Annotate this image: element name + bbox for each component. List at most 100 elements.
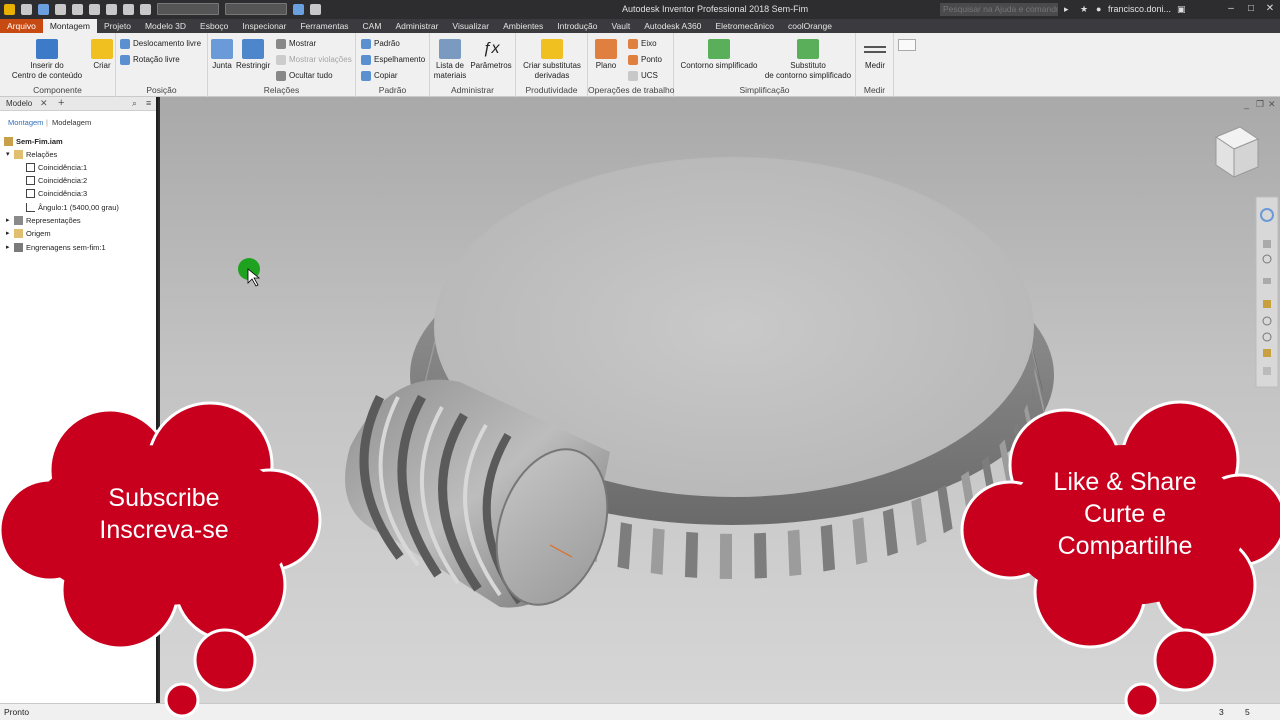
tab-visualizar[interactable]: Visualizar [445,19,496,33]
expand-icon[interactable]: ▸ [6,229,14,237]
show-icon [276,38,286,49]
eixo-button[interactable]: Eixo [628,38,657,49]
search-icon[interactable]: ▸ [1064,4,1074,14]
espelhamento-button[interactable]: Espelhamento [361,54,425,65]
cart-icon[interactable]: ▣ [1177,4,1187,14]
mostrar-violacoes-button[interactable]: Mostrar violações [276,54,352,65]
criar-button[interactable]: Criar [90,39,114,71]
tab-vault[interactable]: Vault [604,19,637,33]
new-file-icon[interactable] [21,3,32,15]
medir-button[interactable]: Medir [860,39,890,71]
navigation-bar[interactable] [1255,196,1279,388]
minimize-button[interactable]: – [1222,2,1240,16]
undo-icon[interactable] [55,3,66,15]
browser-tab-modelo[interactable]: Modelo [6,99,32,108]
inventor-logo-icon[interactable] [4,3,15,15]
collapse-icon[interactable]: ▾ [6,150,14,158]
tab-ambientes[interactable]: Ambientes [496,19,550,33]
parametros-button[interactable]: ƒx Parâmetros [470,39,512,71]
tab-arquivo[interactable]: Arquivo [0,19,43,33]
color-icon[interactable] [293,3,304,15]
user-icon[interactable]: ● [1096,4,1106,14]
tab-ferramentas[interactable]: Ferramentas [293,19,355,33]
ucs-button[interactable]: UCS [628,70,658,81]
search-icon[interactable]: ⌕ [132,98,137,109]
open-icon[interactable] [106,3,117,15]
viewport-minimize-icon[interactable]: _ [1243,99,1250,109]
star-icon[interactable]: ★ [1080,4,1090,14]
expand-icon[interactable]: ▸ [6,216,14,224]
tab-inspecionar[interactable]: Inspecionar [235,19,293,33]
close-button[interactable]: ✕ [1261,2,1279,16]
panel-title-posicao[interactable]: Posição [116,85,207,95]
violations-icon [276,54,286,65]
tree-engrenagens[interactable]: ▸ Engrenagens sem-fim:1 [6,241,106,253]
restringir-button[interactable]: Restringir [236,39,270,71]
expand-icon[interactable]: ▸ [6,243,14,251]
gear-model[interactable]: _ ❐ ✕ [160,97,1280,703]
lista-materiais-button[interactable]: Lista de materiais [432,39,468,81]
home-icon[interactable] [89,3,100,15]
help-search-input[interactable] [940,3,1058,16]
redo-icon[interactable] [72,3,83,15]
print-icon[interactable] [123,3,134,15]
mode-montagem[interactable]: Montagem [8,118,43,127]
appearance-combo[interactable] [157,3,219,15]
ocultar-tudo-button[interactable]: Ocultar tudo [276,70,333,81]
tab-montagem[interactable]: Montagem [42,19,97,33]
material-combo[interactable] [225,3,287,15]
viewport-restore-icon[interactable]: ❐ [1256,99,1264,109]
panel-title-produtividade[interactable]: Produtividade [516,85,587,95]
tab-esboco[interactable]: Esboço [193,19,235,33]
criar-substitutas-button[interactable]: Criar substitutas derivadas [520,39,584,81]
select-icon[interactable] [140,3,151,15]
tree-representacoes[interactable]: ▸ Representações [6,214,81,226]
tree-root[interactable]: Sem-Fim.iam [4,135,63,147]
fx-icon[interactable] [310,3,321,15]
viewport-close-icon[interactable]: ✕ [1268,99,1276,109]
mostrar-button[interactable]: Mostrar [276,38,316,49]
deslocamento-button[interactable]: Deslocamento livre [120,38,201,49]
tree-coincidencia-3[interactable]: Coincidência:3 [26,187,87,199]
junta-button[interactable]: Junta [210,39,234,71]
maximize-button[interactable]: □ [1242,2,1260,16]
tree-relacoes[interactable]: ▾ Relações [6,148,57,160]
user-name[interactable]: francisco.doni... [1108,4,1171,14]
menu-icon[interactable]: ≡ [146,98,151,108]
inserir-button[interactable]: Inserir do Centro de conteúdo [8,39,86,81]
tree-origem[interactable]: ▸ Origem [6,227,51,239]
panel-title-operacoes[interactable]: Operações de trabalho [588,85,674,95]
tree-coincidencia-2[interactable]: Coincidência:2 [26,174,87,186]
tree-coincidencia-1[interactable]: Coincidência:1 [26,161,87,173]
tab-cam[interactable]: CAM [356,19,389,33]
view-cube[interactable] [1214,126,1260,178]
tab-modelo-3d[interactable]: Modelo 3D [138,19,193,33]
contorno-simplificado-button[interactable]: Contorno simplificado [678,39,760,71]
tab-projeto[interactable]: Projeto [97,19,138,33]
tab-eletromecanico[interactable]: Eletromecânico [708,19,781,33]
panel-title-padrao[interactable]: Padrão [356,85,429,95]
rotacao-button[interactable]: Rotação livre [120,54,180,65]
copiar-button[interactable]: Copiar [361,70,398,81]
ribbon-options-icon[interactable] [898,39,916,51]
plano-button[interactable]: Plano [592,39,620,71]
rotate-icon [120,54,130,65]
panel-title-administrar[interactable]: Administrar [430,85,515,95]
tab-introducao[interactable]: Introdução [550,19,604,33]
ponto-button[interactable]: Ponto [628,54,662,65]
panel-title-medir[interactable]: Medir [856,85,893,95]
add-tab-icon[interactable]: + [58,97,64,109]
panel-title-simplificacao[interactable]: Simplificação [674,85,855,95]
substituto-button[interactable]: Substituto de contorno simplificado [762,39,854,81]
graphics-viewport[interactable]: _ ❐ ✕ [160,97,1280,703]
padrao-button[interactable]: Padrão [361,38,400,49]
save-icon[interactable] [38,3,49,15]
close-icon[interactable]: ✕ [40,98,48,109]
tab-coolorange[interactable]: coolOrange [781,19,839,33]
tab-administrar[interactable]: Administrar [388,19,445,33]
tree-angulo-1[interactable]: Ângulo:1 (5400,00 grau) [26,201,119,213]
panel-title-componente[interactable]: Componente [0,85,115,95]
panel-title-relacoes[interactable]: Relações [208,85,355,95]
mode-modelagem[interactable]: Modelagem [52,118,91,127]
tab-autodesk-a360[interactable]: Autodesk A360 [637,19,708,33]
